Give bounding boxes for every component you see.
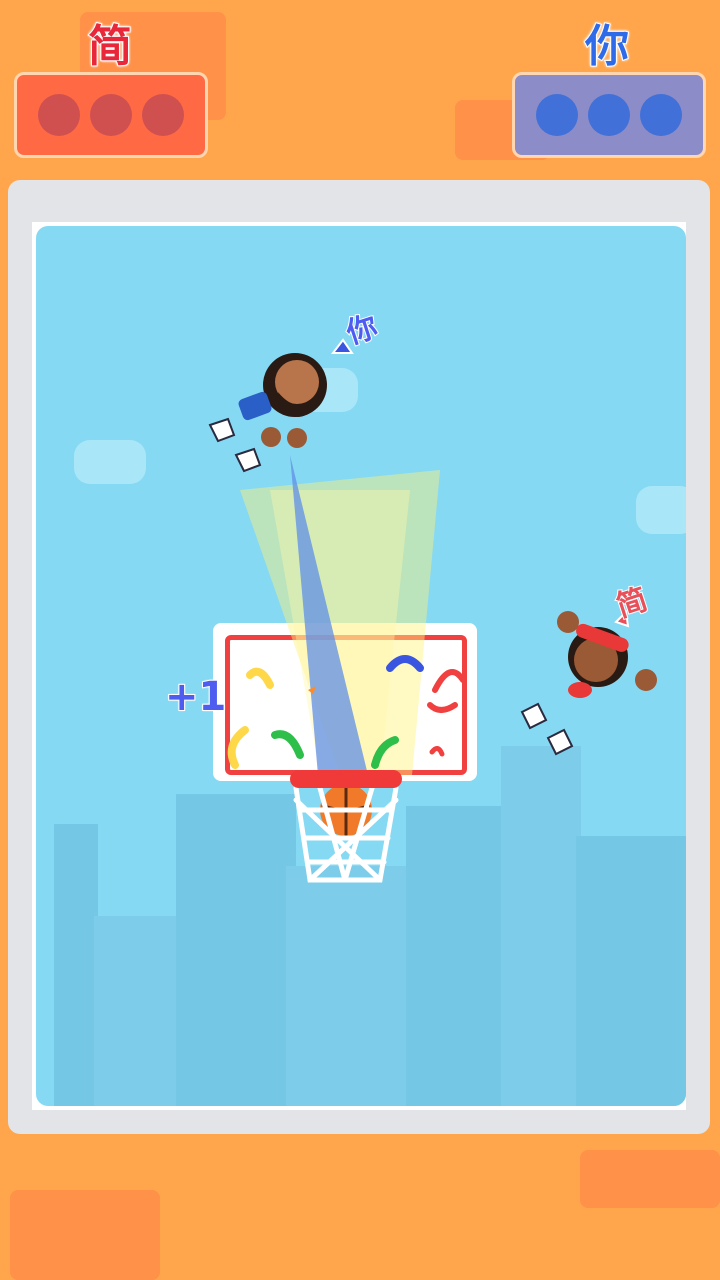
- confetti: [227, 726, 249, 769]
- confetti: [427, 669, 466, 713]
- player-character: [208, 338, 354, 473]
- hoop-rim: [290, 770, 402, 788]
- court-effects: [208, 338, 657, 883]
- confetti: [271, 730, 304, 759]
- score-popup: +1: [164, 673, 227, 721]
- confetti: [429, 746, 445, 757]
- confetti: [246, 667, 274, 689]
- opponent-character: [520, 609, 657, 756]
